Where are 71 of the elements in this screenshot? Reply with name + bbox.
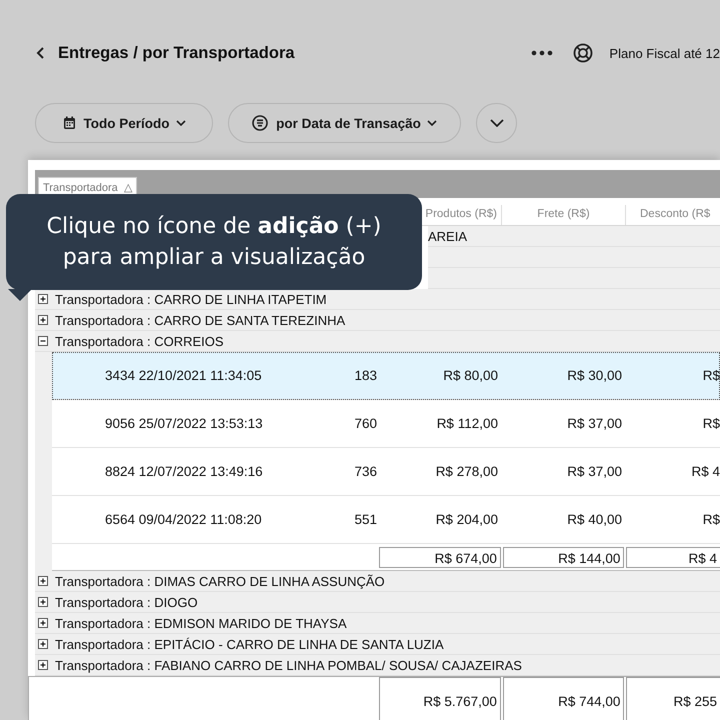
collapse-icon[interactable] [38, 336, 48, 346]
period-filter[interactable]: Todo Período [35, 103, 213, 143]
group-row-label[interactable]: Transportadora : EDMISON MARIDO DE THAYSA [55, 616, 347, 630]
group-row[interactable]: Transportadora : CARRO DE LINHA ITAPETIM [35, 289, 720, 310]
group-row-label[interactable]: Transportadora : CARRO DE SANTA TEREZINHA [55, 312, 346, 328]
order-row[interactable]: 8824 12/07/2022 13:49:16 736 R$ 278,00 R$ 37,00 R$ 4 [52, 448, 720, 496]
expand-icon[interactable] [38, 618, 48, 628]
order-cell-text: 9056 25/07/2022 13:53:13 [104, 416, 264, 431]
products-cell-text: R$ 112,00 [436, 416, 498, 431]
group-row-label[interactable]: Transportadora : EPITÁCIO - CARRO DE LINHA DE SANTA LUZIA [55, 636, 444, 652]
list-circle-icon [252, 115, 268, 131]
group-row-label[interactable]: Transportadora : DIOGO [55, 594, 198, 610]
chevron-down-icon [490, 119, 504, 127]
group-row[interactable]: Transportadora : CORREIOS [35, 331, 720, 352]
expand-icon[interactable] [38, 294, 48, 304]
group-row-label[interactable]: Transportadora : FABIANO CARRO DE LINHA POMBAL/ SOUSA/ CAJAZEIRAS [55, 658, 522, 672]
total-cell: R$ 744,00 [502, 677, 624, 720]
freight-cell-text: R$ 40,00 [566, 512, 622, 527]
order-cell-text: 6564 09/04/2022 11:08:20 [104, 512, 263, 527]
caret-icon [176, 120, 186, 126]
total-cell: R$ 5.767,00 [379, 677, 501, 720]
freight-cell-text: R$ 30,00 [566, 368, 622, 383]
freight-cell-text: R$ 37,00 [566, 464, 622, 479]
order-row[interactable]: 6564 09/04/2022 11:08:20 551 R$ 204,00 R$ 40,00 R$ [52, 496, 720, 544]
discount-cell-text: R$ [702, 512, 720, 527]
expand-icon[interactable] [38, 315, 48, 325]
group-row-label[interactable]: Transportadora : CARRO DE LINHA ITAPETIM [55, 292, 327, 306]
subtotal-cell: R$ 674,00 [379, 546, 501, 568]
column-header[interactable]: Desconto (R$ [626, 205, 720, 225]
group-row[interactable]: Transportadora : CARRO DE SANTA TEREZINHA [35, 310, 720, 331]
group-row-label[interactable]: AREIA [428, 228, 468, 244]
group-row[interactable]: Transportadora : EDMISON MARIDO DE THAYSA [35, 613, 720, 634]
quantity-cell-text: 736 [353, 464, 377, 479]
discount-cell-text: R$ [702, 368, 720, 383]
products-cell-text: R$ 204,00 [434, 512, 498, 527]
more-icon[interactable] [531, 50, 554, 56]
expand-icon[interactable] [38, 597, 48, 607]
order-row[interactable]: 3434 22/10/2021 11:34:05 183 R$ 80,00 R$ 30,00 R$ [52, 352, 720, 400]
group-row-label[interactable]: Transportadora : CORREIOS [55, 334, 224, 348]
group-row[interactable]: Transportadora : DIOGO [35, 592, 720, 613]
products-cell-text: R$ 278,00 [434, 464, 498, 479]
column-header[interactable]: Frete (R$) [502, 205, 626, 225]
quantity-cell-text: 551 [353, 512, 377, 527]
group-row[interactable]: Transportadora : FABIANO CARRO DE LINHA POMBAL/ SOUSA/ CAJAZEIRAS [35, 655, 720, 676]
group-row-label[interactable]: Transportadora : DIMAS CARRO DE LINHA ASSUNÇÃO [55, 574, 385, 588]
expand-icon[interactable] [38, 576, 48, 586]
total-cell: R$ 255 [626, 677, 720, 720]
discount-cell-text: R$ 4 [690, 464, 720, 479]
hint-text: Clique no ícone de adição (+) para ampliar a visualização [46, 213, 382, 272]
products-cell-text: R$ 80,00 [442, 368, 498, 383]
back-icon[interactable] [36, 46, 46, 60]
subtotal-cell: R$ 4 [626, 546, 720, 568]
page-title: Entregas / por Transportadora [58, 44, 295, 62]
lifebuoy-icon[interactable] [573, 43, 594, 63]
group-row[interactable]: AREIA [428, 226, 720, 247]
expand-icon[interactable] [38, 639, 48, 649]
group-row[interactable]: Transportadora : DIMAS CARRO DE LINHA ASSUNÇÃO [35, 571, 720, 592]
quantity-cell-text: 760 [353, 416, 377, 431]
caret-icon [426, 120, 437, 126]
freight-cell-text: R$ 37,00 [566, 416, 622, 431]
order-cell-text: 3434 22/10/2021 11:34:05 [104, 368, 263, 383]
order-cell-text: 8824 12/07/2022 13:49:16 [104, 464, 264, 479]
subtotal-cell: R$ 144,00 [502, 546, 624, 568]
calendar-icon [62, 116, 76, 130]
order-row[interactable]: 9056 25/07/2022 13:53:13 760 R$ 112,00 R$ 37,00 R$ [52, 400, 720, 448]
discount-cell-text: R$ [702, 416, 720, 431]
plan-label[interactable]: Plano Fiscal até 12 [609, 46, 720, 60]
quantity-cell-text: 183 [353, 368, 377, 383]
date-basis-filter[interactable]: por Data de Transação [228, 103, 461, 143]
expand-icon[interactable] [38, 660, 48, 670]
group-row[interactable]: Transportadora : EPITÁCIO - CARRO DE LINHA DE SANTA LUZIA [35, 634, 720, 655]
